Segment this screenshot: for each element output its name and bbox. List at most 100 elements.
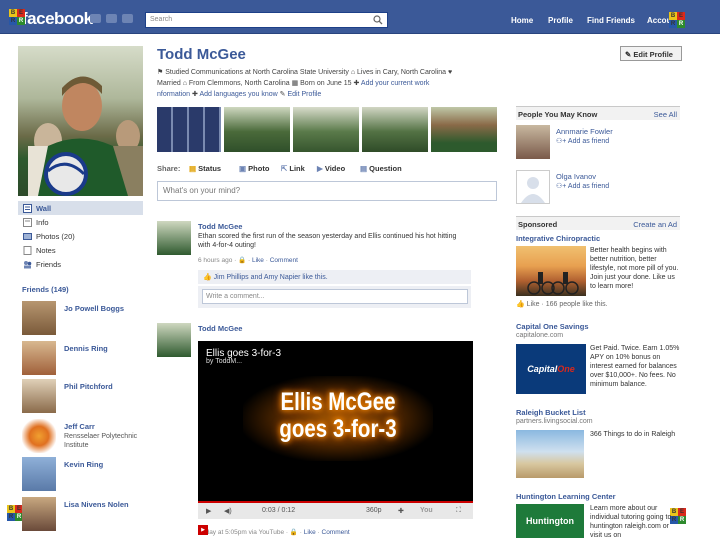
pymk-name[interactable]: Olga Ivanov [556, 172, 596, 181]
info-edit-profile-link[interactable]: Edit Profile [287, 91, 321, 98]
friend-name[interactable]: Kevin Ring [64, 460, 103, 469]
privacy-icon[interactable]: 🔒 [238, 257, 246, 264]
friend-item[interactable]: Jo Powell Boggs [22, 301, 142, 337]
volume-icon[interactable]: ◀) [224, 507, 232, 515]
recent-photos-strip [157, 107, 497, 152]
recent-photo[interactable] [431, 107, 497, 152]
share-link-tab[interactable]: ⇱ Link [281, 164, 305, 173]
ad-title[interactable]: Integrative Chiropractic [516, 234, 600, 243]
post-like-link[interactable]: Like [252, 257, 264, 264]
ad-title[interactable]: Raleigh Bucket List [516, 408, 586, 417]
top-navigation-bar: facebook Search Home Profile Find Friend… [0, 0, 720, 34]
share-status-tab[interactable]: ▤ Status [189, 164, 221, 173]
ad-title[interactable]: Capital One Savings [516, 322, 589, 331]
comment-input[interactable]: Write a comment... [202, 289, 468, 304]
nav-profile-link[interactable]: Profile [548, 16, 573, 25]
ad-title[interactable]: Huntington Learning Center [516, 492, 616, 501]
friend-item[interactable]: Dennis Ring [22, 341, 142, 377]
post-author-name[interactable]: Todd McGee [198, 324, 242, 333]
friend-avatar[interactable] [22, 379, 56, 413]
pymk-avatar[interactable] [516, 125, 550, 159]
post-comment-link[interactable]: Comment [270, 257, 298, 264]
pymk-name[interactable]: Annmarie Fowler [556, 127, 613, 136]
friend-name[interactable]: Phil Pitchford [64, 382, 113, 391]
capital-one-logo[interactable]: CapitalOne [516, 344, 586, 394]
video-post-timestamp[interactable]: Friday at 5:05pm via YouTube [198, 529, 284, 536]
recent-photo[interactable] [362, 107, 428, 152]
search-input[interactable]: Search [145, 12, 388, 28]
friend-item[interactable]: Lisa Nivens Nolen [22, 497, 142, 533]
info-education: Studied Communications at North Carolina… [165, 69, 349, 76]
video-like-link[interactable]: Like [304, 529, 316, 536]
post-author-avatar[interactable] [157, 221, 191, 255]
profile-picture[interactable] [18, 46, 143, 196]
add-work-link[interactable]: Add your current work [361, 80, 429, 87]
nav-wall[interactable]: Wall [18, 201, 143, 215]
pymk-avatar[interactable] [516, 170, 550, 204]
friend-item[interactable]: Jeff Carr Rensselaer Polytechnic Institu… [22, 419, 142, 455]
friend-avatar[interactable] [22, 457, 56, 491]
add-icon[interactable]: ✚ [398, 507, 404, 515]
profile-info: ⚑ Studied Communications at North Caroli… [157, 67, 497, 100]
nav-info[interactable]: Info [18, 215, 143, 229]
friend-avatar[interactable] [22, 419, 56, 453]
pymk-see-all-link[interactable]: See All [654, 110, 677, 119]
friend-name[interactable]: Dennis Ring [64, 344, 108, 353]
friend-name[interactable]: Jo Powell Boggs [64, 304, 124, 313]
share-question-tab[interactable]: ▤ Question [360, 164, 402, 173]
post-author-name[interactable]: Todd McGee [198, 222, 242, 231]
share-status-label: Status [198, 164, 222, 173]
thumbs-up-icon[interactable]: 👍 [516, 301, 527, 308]
youtube-logo[interactable]: You [420, 507, 433, 514]
info-line-3: nformation ✚ Add languages you know ✎ Ed… [157, 89, 497, 100]
likes-text[interactable]: Jim Phillips and Amy Napier like this. [214, 274, 328, 281]
friend-requests-icon[interactable] [90, 14, 101, 23]
play-icon[interactable]: ▶ [206, 507, 211, 515]
nav-find-friends-link[interactable]: Find Friends [587, 16, 635, 25]
edit-profile-button[interactable]: ✎ Edit Profile [620, 46, 682, 61]
share-video-tab[interactable]: ▶ Video [317, 164, 345, 173]
status-icon: ▤ [189, 164, 199, 173]
post-author-avatar[interactable] [157, 323, 191, 357]
ad-image[interactable] [516, 246, 586, 296]
pymk-heading: People You May Know See All [516, 106, 680, 120]
ad-image[interactable] [516, 430, 584, 478]
video-player[interactable]: Ellis goes 3-for-3 by ToddM... Ellis McG… [198, 341, 473, 501]
add-languages-link[interactable]: Add languages you know [199, 91, 277, 98]
create-ad-link[interactable]: Create an Ad [633, 220, 677, 229]
friend-item[interactable]: Kevin Ring [22, 457, 142, 493]
video-controls: ▶ ◀) 0:03 / 0:12 360p ✚ You ⛶ [198, 501, 473, 519]
huntington-logo[interactable]: Huntington [516, 504, 584, 538]
friend-name[interactable]: Jeff Carr [64, 422, 95, 431]
pymk-add-friend[interactable]: ⚇+ Add as friend [556, 137, 609, 145]
slide-tile-icon: BE RR [669, 12, 685, 28]
quality-selector[interactable]: 360p [366, 507, 382, 514]
nav-home-link[interactable]: Home [511, 16, 533, 25]
friend-avatar[interactable] [22, 301, 56, 335]
facebook-logo[interactable]: facebook [22, 9, 93, 29]
friend-avatar[interactable] [22, 497, 56, 531]
nav-photos[interactable]: Photos (20) [18, 229, 143, 243]
info-information-link[interactable]: nformation [157, 91, 190, 98]
search-icon[interactable] [373, 15, 383, 25]
recent-photo[interactable] [224, 107, 290, 152]
pymk-add-friend[interactable]: ⚇+ Add as friend [556, 182, 609, 190]
nav-notes[interactable]: Notes [18, 243, 143, 257]
thumbs-up-icon: 👍 [203, 274, 214, 281]
notifications-icon[interactable] [122, 14, 133, 23]
messages-icon[interactable] [106, 14, 117, 23]
friends-heading[interactable]: Friends (149) [22, 285, 69, 294]
video-comment-link[interactable]: Comment [322, 529, 350, 536]
friend-avatar[interactable] [22, 341, 56, 375]
video-time: 0:03 / 0:12 [262, 507, 296, 514]
fullscreen-icon[interactable]: ⛶ [456, 507, 461, 515]
recent-photo[interactable] [293, 107, 359, 152]
recent-photo[interactable] [157, 107, 221, 152]
friend-name[interactable]: Lisa Nivens Nolen [64, 500, 129, 509]
privacy-icon[interactable]: 🔒 [290, 529, 298, 536]
status-input[interactable]: What's on your mind? [157, 181, 497, 201]
nav-friends[interactable]: Friends [18, 257, 143, 271]
friend-item[interactable]: Phil Pitchford [22, 379, 142, 415]
share-photo-tab[interactable]: ▣ Photo [239, 164, 269, 173]
post-timestamp[interactable]: 6 hours ago [198, 257, 232, 264]
